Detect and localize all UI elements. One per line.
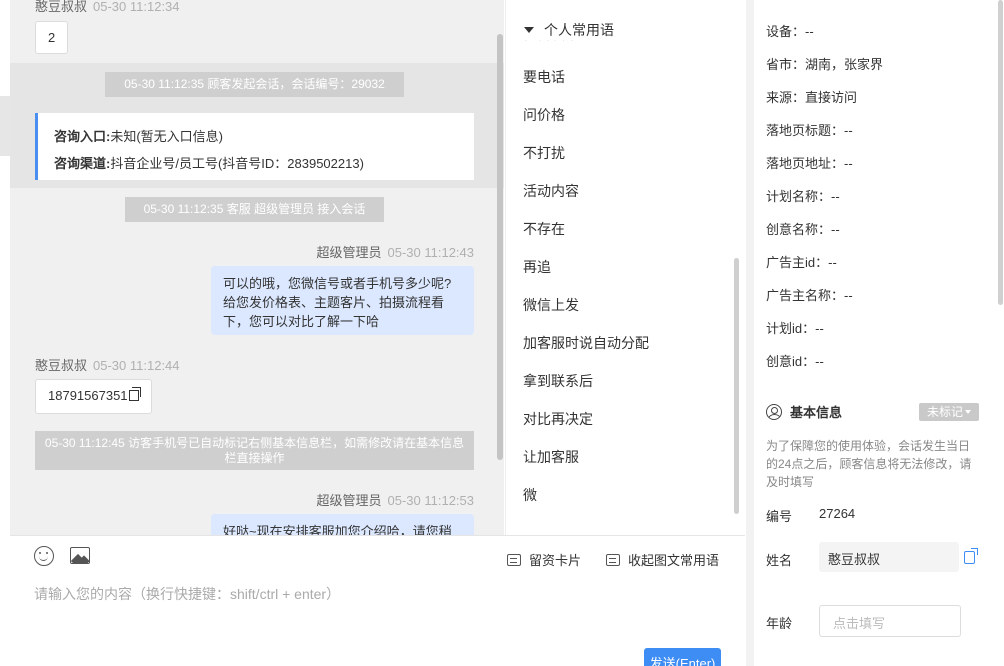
basic-info-header: 基本信息 [766,402,842,421]
consult-channel-label: 咨询渠道: [54,156,111,171]
copy-name-icon[interactable] [964,548,978,564]
message-composer: 留资卡片 收起图文常用语 请输入您的内容（换行快捷键：shift/ctrl + … [10,535,745,666]
phrase-item[interactable]: 活动内容 [523,181,579,201]
user-icon [766,404,782,420]
visitor-message: 18791567351 [35,379,152,414]
sender-name: 超级管理员 [316,493,382,508]
phrase-item[interactable]: 拿到联系后 [523,371,593,391]
sender-name: 超级管理员 [316,245,382,260]
agent-message: 可以的哦，您微信号或者手机号多少呢?给您发价格表、主题客片、拍摄流程看下，您可以… [211,266,474,335]
phrase-item[interactable]: 加客服时说自动分配 [523,333,649,353]
copy-icon[interactable] [128,387,141,401]
collapse-phrases-label: 收起图文常用语 [628,553,720,568]
attr-region: 省市：湖南，张家界 [766,57,884,72]
tag-dropdown[interactable]: 未标记 [919,403,979,421]
message-time: 05-30 11:12:43 [387,245,475,260]
visitor-message: 2 [35,21,69,54]
sender-name: 憨豆叔叔 [35,358,88,373]
chat-workspace: 憨豆叔叔 05-30 11:12:34 2 05-30 11:12:35 顾客发起… [0,0,1004,666]
system-message: 05-30 11:12:35 顾客发起会话，会话编号：29032 [105,72,404,97]
system-message: 05-30 11:12:45 访客手机号已自动标记右侧基本信息栏，如需修改请在基… [35,431,474,470]
phrase-item[interactable]: 对比再决定 [523,409,593,429]
consult-channel-value: 抖音企业号/员工号(抖音号ID：2839502213) [110,156,364,171]
tag-label: 未标记 [926,405,963,419]
caret-down-icon [524,27,534,33]
collapse-phrases-button[interactable]: 收起图文常用语 [606,550,719,569]
message-time: 05-30 11:12:34 [93,0,180,14]
edit-notice: 为了保障您的使用体验，会话发生当日的24点之后，顾客信息将无法修改，请及时填写 [766,439,972,489]
dropdown-arrow-icon [965,410,971,414]
message-sender: 憨豆叔叔 05-30 11:12:34 [35,0,180,15]
consult-entry-value: 未知(暂无入口信息) [110,129,224,144]
attr-creative-name: 创意名称：-- [766,222,840,237]
basic-info-title: 基本信息 [790,405,843,420]
id-value: 27264 [819,506,856,521]
card-icon [507,554,521,566]
phrase-item[interactable]: 不存在 [523,219,565,239]
attr-landing-title: 落地页标题：-- [766,123,853,138]
card-icon [606,554,620,566]
attr-creative-id: 创意id：-- [766,354,824,369]
attr-advertiser-id: 广告主id：-- [766,255,837,270]
attr-landing-url: 落地页地址：-- [766,156,853,171]
phrase-scrollbar[interactable] [734,258,739,514]
phrase-group-title: 个人常用语 [544,22,614,38]
consult-info-card: 咨询入口:未知(暂无入口信息) 咨询渠道:抖音企业号/员工号(抖音号ID：283… [35,113,474,180]
lead-card-button[interactable]: 留资卡片 [507,550,581,569]
image-icon[interactable] [70,547,90,564]
attr-advertiser-name: 广告主名称：-- [766,288,853,303]
phrase-item[interactable]: 再追 [523,257,551,277]
visitor-info-panel: 设备：-- 省市：湖南，张家界 来源：直接访问 落地页标题：-- 落地页地址：-… [746,0,1004,666]
attr-device: 设备：-- [766,24,814,39]
consult-channel-row: 咨询渠道:抖音企业号/员工号(抖音号ID：2839502213) [54,150,458,177]
consult-entry-row: 咨询入口:未知(暂无入口信息) [54,123,458,150]
message-sender: 憨豆叔叔 05-30 11:12:44 [35,355,180,374]
phrase-group-header[interactable]: 个人常用语 [524,20,622,40]
attr-plan-name: 计划名称：-- [766,189,840,204]
age-label: 年龄 [766,616,793,631]
phrase-item[interactable]: 微 [523,485,537,505]
left-edge-strip [0,96,10,156]
send-button[interactable]: 发送(Enter) [644,648,721,666]
consult-entry-label: 咨询入口: [54,129,111,144]
message-input[interactable]: 请输入您的内容（换行快捷键：shift/ctrl + enter） [34,584,340,604]
info-scrollbar[interactable] [998,0,1003,305]
system-message: 05-30 11:12:35 客服 超级管理员 接入会话 [125,197,384,222]
lead-card-label: 留资卡片 [529,553,582,568]
message-time: 05-30 11:12:44 [93,358,180,373]
phone-number-text: 18791567351 [48,388,128,403]
message-sender: 超级管理员 05-30 11:12:53 [316,490,474,509]
phrase-item[interactable]: 要电话 [523,67,565,87]
phrase-item[interactable]: 微信上发 [523,295,579,315]
phrase-item[interactable]: 不打扰 [523,143,565,163]
attr-source: 来源：直接访问 [766,90,858,105]
sender-name: 憨豆叔叔 [35,0,88,14]
phrase-item[interactable]: 问价格 [523,105,565,125]
attr-plan-id: 计划id：-- [766,321,824,336]
message-time: 05-30 11:12:53 [387,493,475,508]
phrase-item[interactable]: 让加客服 [523,447,579,467]
message-sender: 超级管理员 05-30 11:12:43 [316,242,474,261]
name-field[interactable]: 憨豆叔叔 [819,542,959,572]
age-field[interactable]: 点击填写 [819,605,961,637]
phrase-panel: 个人常用语 留言发不了 要电话 问价格 不打扰 活动内容 不存在 再追 微信上发… [505,0,740,535]
id-label: 编号 [766,509,793,524]
name-label: 姓名 [766,553,793,568]
chat-history[interactable]: 憨豆叔叔 05-30 11:12:34 2 05-30 11:12:35 顾客发起… [10,0,504,535]
emoji-icon[interactable] [34,546,54,566]
agent-message: 好哒~现在安排客服加您介绍哈，请您稍 [211,514,474,535]
chat-scrollbar[interactable] [497,34,503,460]
